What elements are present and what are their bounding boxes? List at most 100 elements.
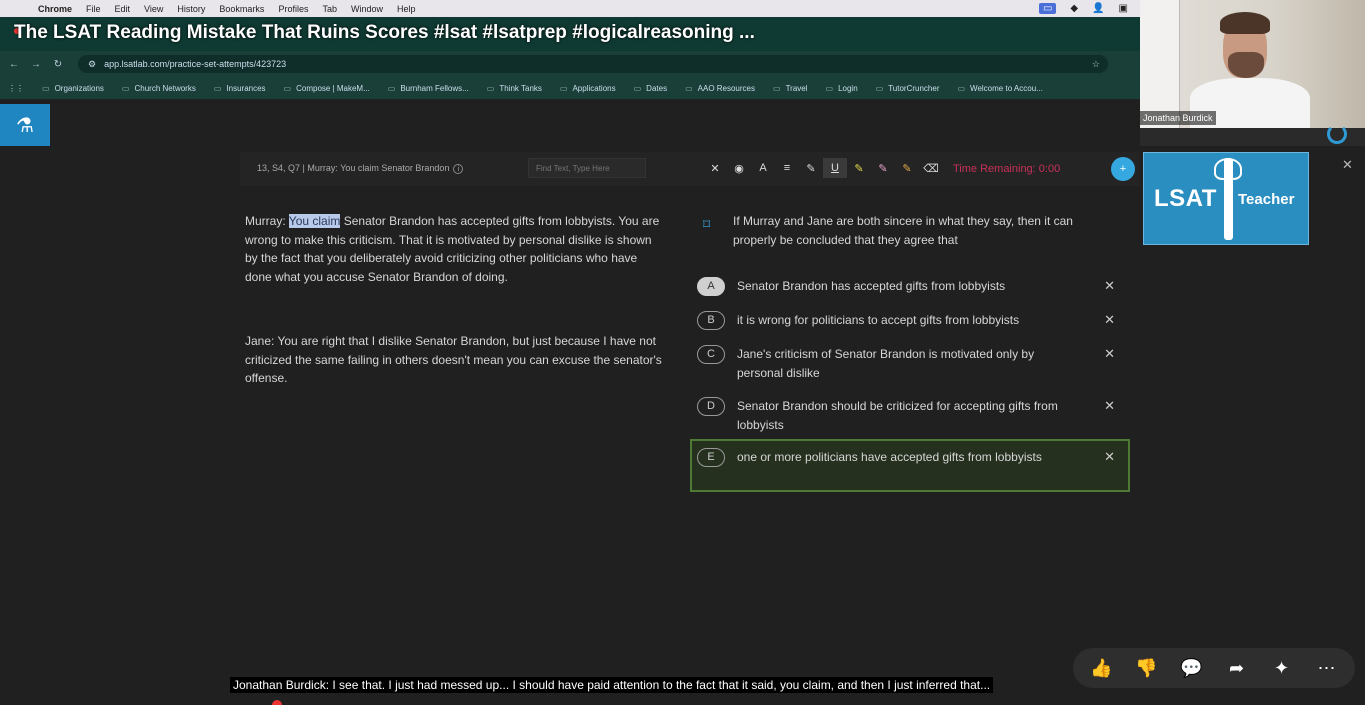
choice-text[interactable]: it is wrong for politicians to accept gi…	[737, 311, 1077, 330]
url-field[interactable]: ⚙ app.lsatlab.com/practice-set-attempts/…	[78, 55, 1108, 73]
app-header-right	[1140, 124, 1365, 146]
bookmark-item[interactable]: Dates	[634, 84, 667, 93]
bookmark-item[interactable]: Welcome to Accou...	[957, 84, 1043, 93]
loading-ring-icon	[1327, 124, 1347, 144]
highlighter-pink-icon[interactable]: ✎	[871, 158, 895, 178]
apps-grid-icon[interactable]: ⋮⋮	[8, 84, 24, 93]
font-icon[interactable]: A	[751, 158, 775, 178]
speaker-murray: Murray:	[245, 214, 286, 228]
passage-murray: Murray: You claim Senator Brandon has ac…	[245, 212, 665, 286]
choice-text[interactable]: Senator Brandon should be criticized for…	[737, 397, 1077, 434]
sparkle-icon[interactable]: ✦	[1265, 658, 1299, 679]
webcam-name-label: Jonathan Burdick	[1140, 111, 1216, 125]
logo-lsat-text: LSAT	[1154, 185, 1217, 212]
breadcrumb: 13, S4, Q7 | Murray: You claim Senator B…	[257, 163, 464, 174]
choice-letter[interactable]: E	[697, 448, 725, 467]
lines-icon[interactable]: ≡	[775, 158, 799, 178]
choice-text[interactable]: one or more politicians have accepted gi…	[737, 448, 1077, 467]
passage-jane: Jane: You are right that I dislike Senat…	[245, 332, 665, 388]
bookmark-icon[interactable]: ⌑	[703, 216, 717, 233]
screen-share-icon[interactable]: ▭	[1038, 3, 1057, 14]
menu-window[interactable]: Window	[351, 4, 383, 14]
site-settings-icon[interactable]: ⚙	[88, 59, 96, 70]
bookmark-item[interactable]: AAO Resources	[685, 84, 755, 93]
bookmark-star-icon[interactable]: ☆	[1092, 59, 1100, 70]
timer-add-button[interactable]: +	[1111, 157, 1135, 181]
bookmark-item[interactable]: Think Tanks	[487, 84, 542, 93]
choice-text[interactable]: Jane's criticism of Senator Brandon is m…	[737, 345, 1077, 382]
video-title: The LSAT Reading Mistake That Ruins Scor…	[14, 22, 755, 43]
breadcrumb-text: 13, S4, Q7 | Murray: You claim Senator B…	[257, 163, 450, 173]
passage-text: You are right that I dislike Senator Bra…	[245, 334, 662, 385]
question-stem: If Murray and Jane are both sincere in w…	[733, 214, 1073, 247]
lsat-teacher-logo: LSAT Teacher	[1143, 152, 1309, 245]
underline-icon[interactable]: U	[823, 158, 847, 178]
bookmarks-bar: ⋮⋮ Organizations Church Networks Insuran…	[0, 77, 1140, 99]
menu-file[interactable]: File	[86, 4, 101, 14]
video-progress-handle[interactable]	[272, 700, 282, 705]
app-logo-icon[interactable]: ⚗	[0, 104, 50, 146]
shorts-action-bar: 👍 👎 💬 ➦ ✦ ⋯	[1073, 648, 1355, 688]
eliminate-icon[interactable]: ✕	[1104, 277, 1115, 296]
video-caption: Jonathan Burdick: I see that. I just had…	[230, 677, 994, 693]
forward-icon[interactable]: →	[28, 59, 44, 70]
pillar-icon	[1224, 158, 1233, 240]
menu-history[interactable]: History	[177, 4, 205, 14]
control-center-icon[interactable]: ▣	[1119, 3, 1128, 14]
menu-bookmarks[interactable]: Bookmarks	[219, 4, 264, 14]
annotation-tools: ✕ ◉ A ≡ ✎ U ✎ ✎ ✎ ⌫	[703, 158, 943, 178]
eliminate-icon[interactable]: ✕	[1104, 345, 1115, 364]
bookmark-item[interactable]: TutorCruncher	[876, 84, 939, 93]
speaker-jane: Jane:	[245, 334, 275, 348]
like-icon[interactable]: 👍	[1085, 658, 1119, 679]
menu-profiles[interactable]: Profiles	[278, 4, 308, 14]
bookmark-item[interactable]: Burnham Fellows...	[388, 84, 468, 93]
choice-letter[interactable]: B	[697, 311, 725, 330]
chrome-address-bar: ← → ↻ ⚙ app.lsatlab.com/practice-set-att…	[0, 51, 1140, 77]
webcam-door-frame	[1140, 0, 1180, 128]
choice-letter[interactable]: C	[697, 345, 725, 364]
bookmark-item[interactable]: Applications	[560, 84, 615, 93]
highlighter-yellow-icon[interactable]: ✎	[847, 158, 871, 178]
bookmark-item[interactable]: Travel	[773, 84, 808, 93]
eye-icon[interactable]: ◉	[727, 158, 751, 178]
menubar-tray: ▭ ◆ 👤 ▣	[1038, 0, 1128, 17]
webcam-person-beard	[1228, 52, 1264, 78]
menu-edit[interactable]: Edit	[115, 4, 131, 14]
macos-menubar: Chrome File Edit View History Bookmarks …	[0, 0, 1140, 17]
info-icon[interactable]: i	[453, 164, 464, 174]
comment-icon[interactable]: 💬	[1175, 658, 1209, 679]
find-text-input[interactable]	[528, 158, 646, 178]
menu-view[interactable]: View	[144, 4, 163, 14]
bookmark-item[interactable]: Organizations	[42, 84, 104, 93]
menu-help[interactable]: Help	[397, 4, 416, 14]
pen-icon[interactable]: ✎	[799, 158, 823, 178]
highlighter-orange-icon[interactable]: ✎	[895, 158, 919, 178]
reload-icon[interactable]: ↻	[50, 59, 66, 70]
close-icon[interactable]: ✕	[703, 158, 727, 178]
eliminate-icon[interactable]: ✕	[1104, 311, 1115, 330]
choice-letter[interactable]: D	[697, 397, 725, 416]
eliminate-icon[interactable]: ✕	[1104, 448, 1115, 467]
url-text: app.lsatlab.com/practice-set-attempts/42…	[104, 59, 287, 69]
eliminate-icon[interactable]: ✕	[1104, 397, 1115, 416]
menu-tab[interactable]: Tab	[322, 4, 337, 14]
bookmark-item[interactable]: Compose | MakeM...	[284, 84, 370, 93]
back-icon[interactable]: ←	[6, 59, 22, 70]
highlighted-text[interactable]: You claim	[288, 214, 341, 228]
menu-chrome[interactable]: Chrome	[38, 4, 72, 14]
logo-teacher-text: Teacher	[1238, 191, 1295, 208]
app-tray-icon[interactable]: ◆	[1070, 3, 1078, 14]
dislike-icon[interactable]: 👎	[1130, 658, 1164, 679]
close-icon[interactable]: ✕	[1342, 157, 1353, 173]
choice-letter[interactable]: A	[697, 277, 725, 296]
share-icon[interactable]: ➦	[1220, 658, 1254, 679]
time-remaining: Time Remaining: 0:00	[953, 163, 1061, 175]
user-icon[interactable]: 👤	[1092, 3, 1104, 14]
bookmark-item[interactable]: Church Networks	[122, 84, 195, 93]
bookmark-item[interactable]: Login	[826, 84, 858, 93]
more-icon[interactable]: ⋯	[1310, 658, 1344, 679]
bookmark-item[interactable]: Insurances	[214, 84, 265, 93]
eraser-icon[interactable]: ⌫	[919, 158, 943, 178]
choice-text[interactable]: Senator Brandon has accepted gifts from …	[737, 277, 1077, 296]
